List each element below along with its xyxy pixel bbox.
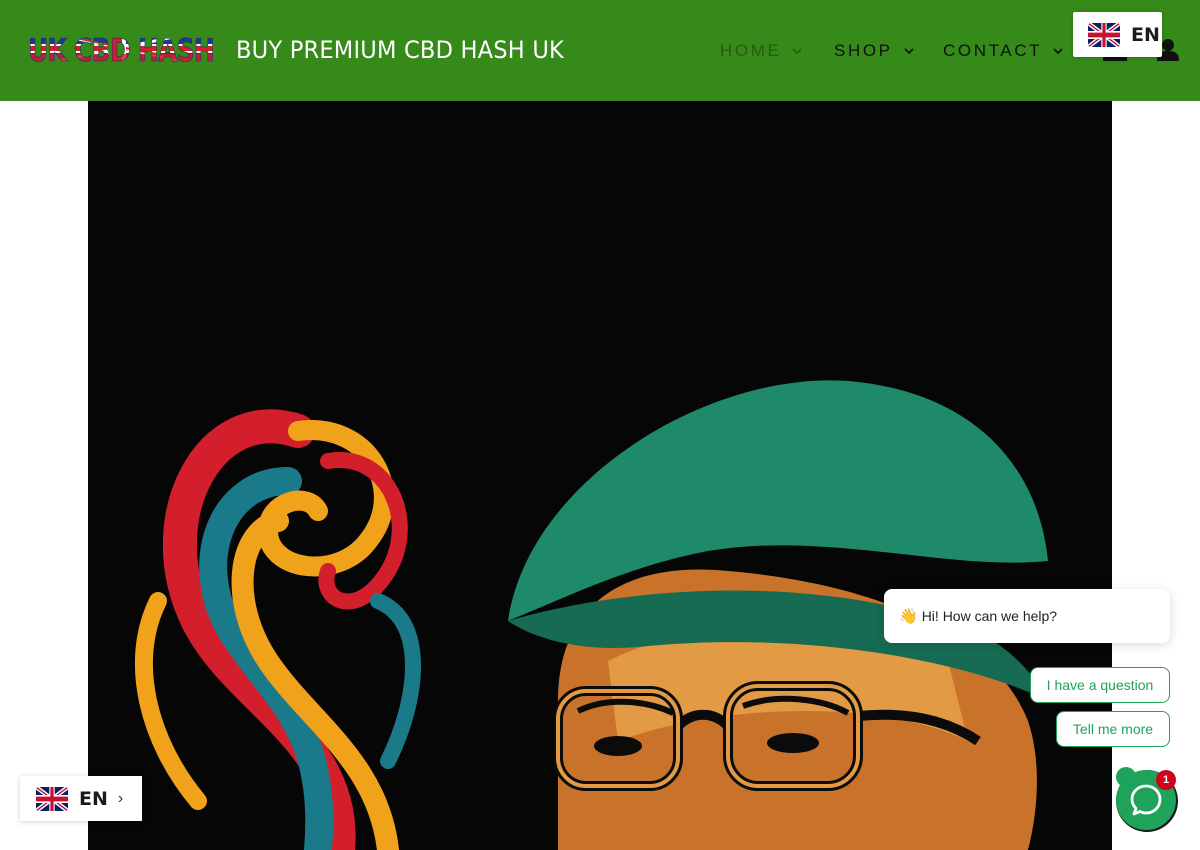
chat-greeting: 👋 Hi! How can we help? xyxy=(884,589,1170,643)
uk-flag-icon xyxy=(36,786,68,811)
nav-contact[interactable]: CONTACT xyxy=(943,40,1064,62)
nav-shop-label: SHOP xyxy=(834,41,893,60)
site-header: UK CBD HASH UK CBD HASH BUY PREMIUM CBD … xyxy=(0,0,1200,101)
hero-image xyxy=(88,101,1112,850)
nav-shop[interactable]: SHOP xyxy=(834,40,915,62)
site-tagline: BUY PREMIUM CBD HASH UK xyxy=(236,36,565,64)
chat-unread-badge: 1 xyxy=(1156,770,1176,790)
site-logo[interactable]: UK CBD HASH UK CBD HASH xyxy=(28,30,214,66)
uk-flag-icon xyxy=(1088,22,1120,47)
chat-greeting-text: Hi! How can we help? xyxy=(921,608,1058,624)
chat-bubble-icon xyxy=(1130,784,1162,816)
chevron-down-icon xyxy=(792,48,802,55)
wave-icon: 👋 xyxy=(899,608,918,625)
language-switcher-top[interactable]: EN xyxy=(1073,12,1162,57)
language-code: EN xyxy=(1131,23,1160,46)
language-switcher-bottom[interactable]: EN › xyxy=(20,776,142,821)
svg-text:UK CBD HASH: UK CBD HASH xyxy=(28,33,214,66)
chat-option-question[interactable]: I have a question xyxy=(1030,667,1170,703)
chevron-right-icon: › xyxy=(117,789,124,807)
nav-home-label: HOME xyxy=(720,41,782,60)
chat-option-tell-me-more[interactable]: Tell me more xyxy=(1056,711,1170,747)
page: UK CBD HASH UK CBD HASH BUY PREMIUM CBD … xyxy=(0,0,1200,850)
chevron-down-icon xyxy=(904,48,914,55)
chevron-down-icon xyxy=(1053,48,1063,55)
nav-contact-label: CONTACT xyxy=(943,41,1043,60)
nav-home[interactable]: HOME xyxy=(720,40,803,62)
language-code: EN xyxy=(79,787,108,810)
hero-illustration xyxy=(88,101,1112,850)
